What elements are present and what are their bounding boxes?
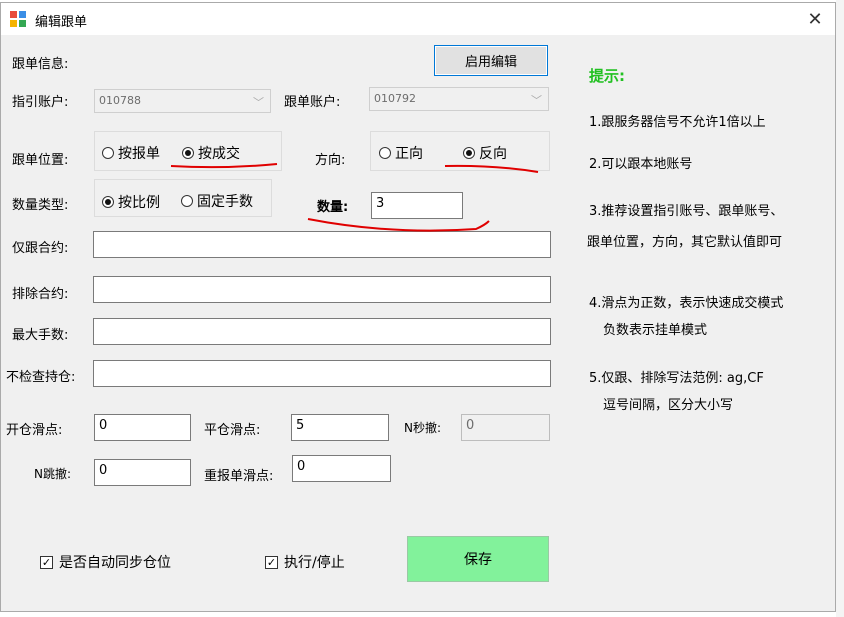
radio-circle-selected <box>102 196 114 208</box>
guide-account-value: 010788 <box>99 94 141 107</box>
background-window-edge <box>836 0 844 617</box>
auto-sync-label: 是否自动同步仓位 <box>59 555 171 571</box>
direction-group: 正向 反向 <box>370 131 550 171</box>
close-slippage-label: 平仓滑点: <box>204 423 261 438</box>
no-check-position-label: 不检查持仓: <box>6 370 76 385</box>
auto-sync-checkbox[interactable]: ✓ 是否自动同步仓位 <box>40 552 171 572</box>
window-title: 编辑跟单 <box>35 15 88 30</box>
tip-line-5b: 逗号间隔，区分大小写 <box>603 398 734 413</box>
open-slippage-label: 开仓滑点: <box>6 423 63 438</box>
radio-circle-selected <box>463 147 475 159</box>
enable-edit-button[interactable]: 启用编辑 <box>434 45 548 76</box>
checkmark-icon: ✓ <box>265 555 278 569</box>
section-label: 跟单信息: <box>12 57 69 72</box>
exclude-contracts-input[interactable] <box>93 276 551 303</box>
tip-line-4b: 负数表示挂单模式 <box>603 323 708 338</box>
radio-circle-selected <box>182 147 194 159</box>
n-second-cancel-label: N秒撤: <box>404 421 442 435</box>
title-bar: 编辑跟单 ✕ <box>1 3 835 35</box>
run-stop-label: 执行/停止 <box>284 555 345 571</box>
no-check-position-input[interactable] <box>93 360 551 387</box>
quantity-type-label: 数量类型: <box>12 198 69 213</box>
app-icon <box>10 11 26 27</box>
quantity-type-group: 按比例 固定手数 <box>94 179 272 217</box>
quantity-label: 数量: <box>317 200 349 215</box>
radio-label: 按报单 <box>118 146 160 162</box>
tip-line-3a: 3.推荐设置指引账号、跟单账号、 <box>589 204 784 219</box>
radio-label: 按成交 <box>198 146 240 162</box>
edit-follow-dialog: 编辑跟单 ✕ 跟单信息: 启用编辑 指引账户: 010788 ﹀ 跟单账户: 0… <box>0 2 836 612</box>
direction-label: 方向: <box>315 153 346 168</box>
tip-line-1: 1.跟服务器信号不允许1倍以上 <box>589 115 766 130</box>
close-slippage-input[interactable]: 5 <box>291 414 389 441</box>
follow-account-select[interactable]: 010792 ﹀ <box>369 87 549 111</box>
radio-circle <box>379 147 391 159</box>
radio-label: 正向 <box>395 146 423 162</box>
tip-line-2: 2.可以跟本地账号 <box>589 157 693 172</box>
radio-circle <box>102 147 114 159</box>
tip-line-3b: 跟单位置，方向，其它默认值即可 <box>587 235 783 250</box>
follow-account-value: 010792 <box>374 92 416 105</box>
chevron-down-icon: ﹀ <box>531 94 542 107</box>
radio-label: 固定手数 <box>197 194 253 210</box>
tips-heading: 提示: <box>589 67 625 85</box>
radio-reverse[interactable]: 反向 <box>463 143 507 163</box>
radio-forward[interactable]: 正向 <box>379 143 423 163</box>
radio-label: 反向 <box>479 146 507 162</box>
max-lots-label: 最大手数: <box>12 328 69 343</box>
position-group: 按报单 按成交 <box>94 131 282 171</box>
red-underline-quantity <box>307 218 490 232</box>
follow-account-label: 跟单账户: <box>284 95 341 110</box>
guide-account-select[interactable]: 010788 ﹀ <box>94 89 271 113</box>
radio-fixed-lots[interactable]: 固定手数 <box>181 191 253 211</box>
only-contracts-label: 仅跟合约: <box>12 241 69 256</box>
n-tick-cancel-label: N跳撤: <box>34 467 72 481</box>
n-second-cancel-input[interactable]: 0 <box>461 414 550 441</box>
run-stop-checkbox[interactable]: ✓ 执行/停止 <box>265 552 345 572</box>
chevron-down-icon: ﹀ <box>253 96 264 109</box>
open-slippage-input[interactable]: 0 <box>94 414 191 441</box>
save-button[interactable]: 保存 <box>407 536 549 582</box>
radio-label: 按比例 <box>118 195 160 211</box>
position-label: 跟单位置: <box>12 153 69 168</box>
quantity-input[interactable]: 3 <box>371 192 463 219</box>
only-contracts-input[interactable] <box>93 231 551 258</box>
exclude-contracts-label: 排除合约: <box>12 287 69 302</box>
radio-by-fill[interactable]: 按成交 <box>182 143 240 163</box>
radio-by-ratio[interactable]: 按比例 <box>102 192 160 212</box>
tip-line-5a: 5.仅跟、排除写法范例: ag,CF <box>589 371 764 386</box>
max-lots-input[interactable] <box>93 318 551 345</box>
tip-line-4a: 4.滑点为正数，表示快速成交模式 <box>589 296 784 311</box>
resubmit-slippage-label: 重报单滑点: <box>204 469 274 484</box>
radio-by-order[interactable]: 按报单 <box>102 143 160 163</box>
close-icon[interactable]: ✕ <box>795 3 835 35</box>
guide-account-label: 指引账户: <box>12 95 69 110</box>
checkmark-icon: ✓ <box>40 555 53 569</box>
resubmit-slippage-input[interactable]: 0 <box>292 455 391 482</box>
radio-circle <box>181 195 193 207</box>
n-tick-cancel-input[interactable]: 0 <box>94 459 191 486</box>
